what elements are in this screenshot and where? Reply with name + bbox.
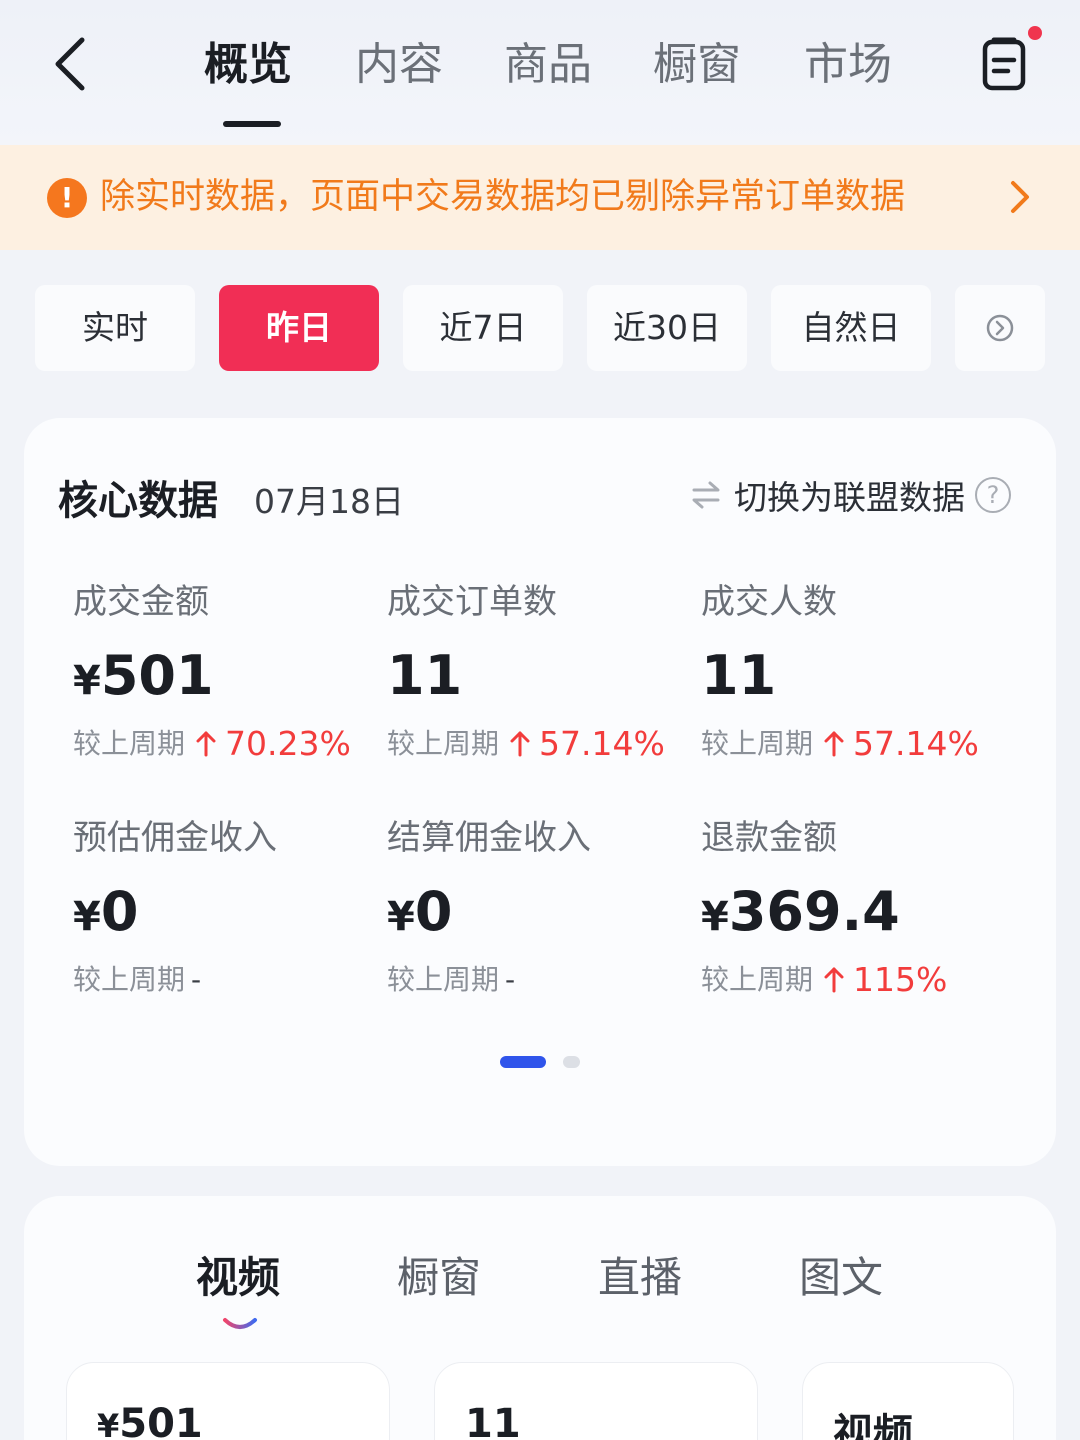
active-subtab-indicator: [223, 1318, 257, 1329]
tab-content[interactable]: 内容: [355, 30, 443, 100]
metric-refund-amount[interactable]: 退款金额 ¥369.4 较上周期 115%: [701, 813, 1001, 1003]
top-navigation-bar: 概览 内容 商品 橱窗 市场: [0, 0, 1080, 145]
warning-icon: !: [47, 178, 87, 218]
back-button[interactable]: [40, 28, 100, 100]
metric-value: 11: [387, 644, 463, 707]
range-7-days[interactable]: 近7日: [403, 285, 563, 371]
tab-video[interactable]: 视频: [196, 1244, 280, 1305]
metric-label: 预估佣金收入: [73, 818, 277, 858]
metric-orders[interactable]: 成交订单数 11 较上周期 57.14%: [387, 577, 687, 767]
metric-value: ¥0: [387, 880, 453, 943]
metric-change: 70.23%: [225, 724, 351, 763]
tab-market[interactable]: 市场: [804, 30, 892, 100]
mini-card-gmv[interactable]: ¥501: [66, 1362, 390, 1440]
metric-value: ¥501: [73, 644, 214, 707]
metric-compare: 较上周期 115%: [701, 957, 1001, 1003]
range-natural-day[interactable]: 自然日: [771, 285, 931, 371]
mini-card-value: 11: [465, 1401, 521, 1440]
pager-dot-active[interactable]: [500, 1056, 546, 1068]
range-more-button[interactable]: [955, 285, 1045, 371]
metric-settled-commission[interactable]: 结算佣金收入 ¥0 较上周期 -: [387, 813, 687, 1003]
metric-compare: 较上周期 70.23%: [73, 721, 373, 767]
arrow-up-icon: [196, 731, 216, 757]
switch-alliance-data-button[interactable]: 切换为联盟数据 ?: [690, 470, 1011, 520]
chevron-right-icon: [1011, 181, 1029, 213]
chevron-left-icon: [55, 37, 85, 91]
range-realtime[interactable]: 实时: [35, 285, 195, 371]
swap-icon: [692, 481, 720, 509]
active-tab-indicator: [223, 121, 281, 127]
tab-showcase-content[interactable]: 橱窗: [397, 1244, 481, 1305]
metric-label: 成交金额: [73, 582, 209, 622]
pager-dot[interactable]: [563, 1056, 580, 1068]
switch-alliance-data-label: 切换为联盟数据: [734, 478, 965, 517]
core-data-title: 核心数据: [58, 478, 218, 524]
tab-image-text[interactable]: 图文: [799, 1244, 883, 1305]
chevron-right-circle-icon: [986, 314, 1014, 342]
metric-label: 结算佣金收入: [387, 818, 591, 858]
report-button[interactable]: [978, 36, 1032, 94]
core-data-card: [24, 418, 1056, 1166]
metric-change: 57.14%: [853, 724, 979, 763]
notice-banner[interactable]: ! 除实时数据，页面中交易数据均已剔除异常订单数据: [0, 145, 1080, 250]
metric-change: -: [505, 963, 516, 996]
notice-text: 除实时数据，页面中交易数据均已剔除异常订单数据: [100, 177, 906, 217]
tab-overview[interactable]: 概览: [204, 30, 292, 100]
metric-change: -: [191, 963, 202, 996]
core-data-date: 07月18日: [254, 482, 404, 521]
mini-card-value: 视频: [833, 1411, 913, 1440]
help-icon[interactable]: ?: [975, 477, 1011, 513]
metric-change: 115%: [853, 960, 948, 999]
metric-value: ¥369.4: [701, 880, 900, 943]
range-yesterday[interactable]: 昨日: [219, 285, 379, 371]
metric-compare: 较上周期 -: [73, 957, 373, 1003]
metric-compare: 较上周期 57.14%: [387, 721, 687, 767]
arrow-up-icon: [824, 967, 844, 993]
metric-compare: 较上周期 -: [387, 957, 687, 1003]
metric-value: 11: [701, 644, 777, 707]
arrow-up-icon: [510, 731, 530, 757]
tab-showcase[interactable]: 橱窗: [653, 30, 741, 100]
metric-compare: 较上周期 57.14%: [701, 721, 1001, 767]
tab-products[interactable]: 商品: [504, 30, 592, 100]
metric-estimated-commission[interactable]: 预估佣金收入 ¥0 较上周期 -: [73, 813, 373, 1003]
arrow-up-icon: [824, 731, 844, 757]
metric-label: 成交订单数: [387, 582, 557, 622]
mini-card-video[interactable]: 视频: [802, 1362, 1014, 1440]
mini-card-value: ¥501: [97, 1401, 203, 1440]
document-icon: [982, 37, 1026, 91]
mini-card-orders[interactable]: 11: [434, 1362, 758, 1440]
metric-value: ¥0: [73, 880, 139, 943]
metric-label: 成交人数: [701, 582, 837, 622]
metric-label: 退款金额: [701, 818, 837, 858]
range-30-days[interactable]: 近30日: [587, 285, 747, 371]
metric-gmv[interactable]: 成交金额 ¥501 较上周期 70.23%: [73, 577, 373, 767]
notification-dot: [1028, 26, 1042, 40]
metric-change: 57.14%: [539, 724, 665, 763]
tab-live[interactable]: 直播: [598, 1244, 682, 1305]
metric-buyers[interactable]: 成交人数 11 较上周期 57.14%: [701, 577, 1001, 767]
